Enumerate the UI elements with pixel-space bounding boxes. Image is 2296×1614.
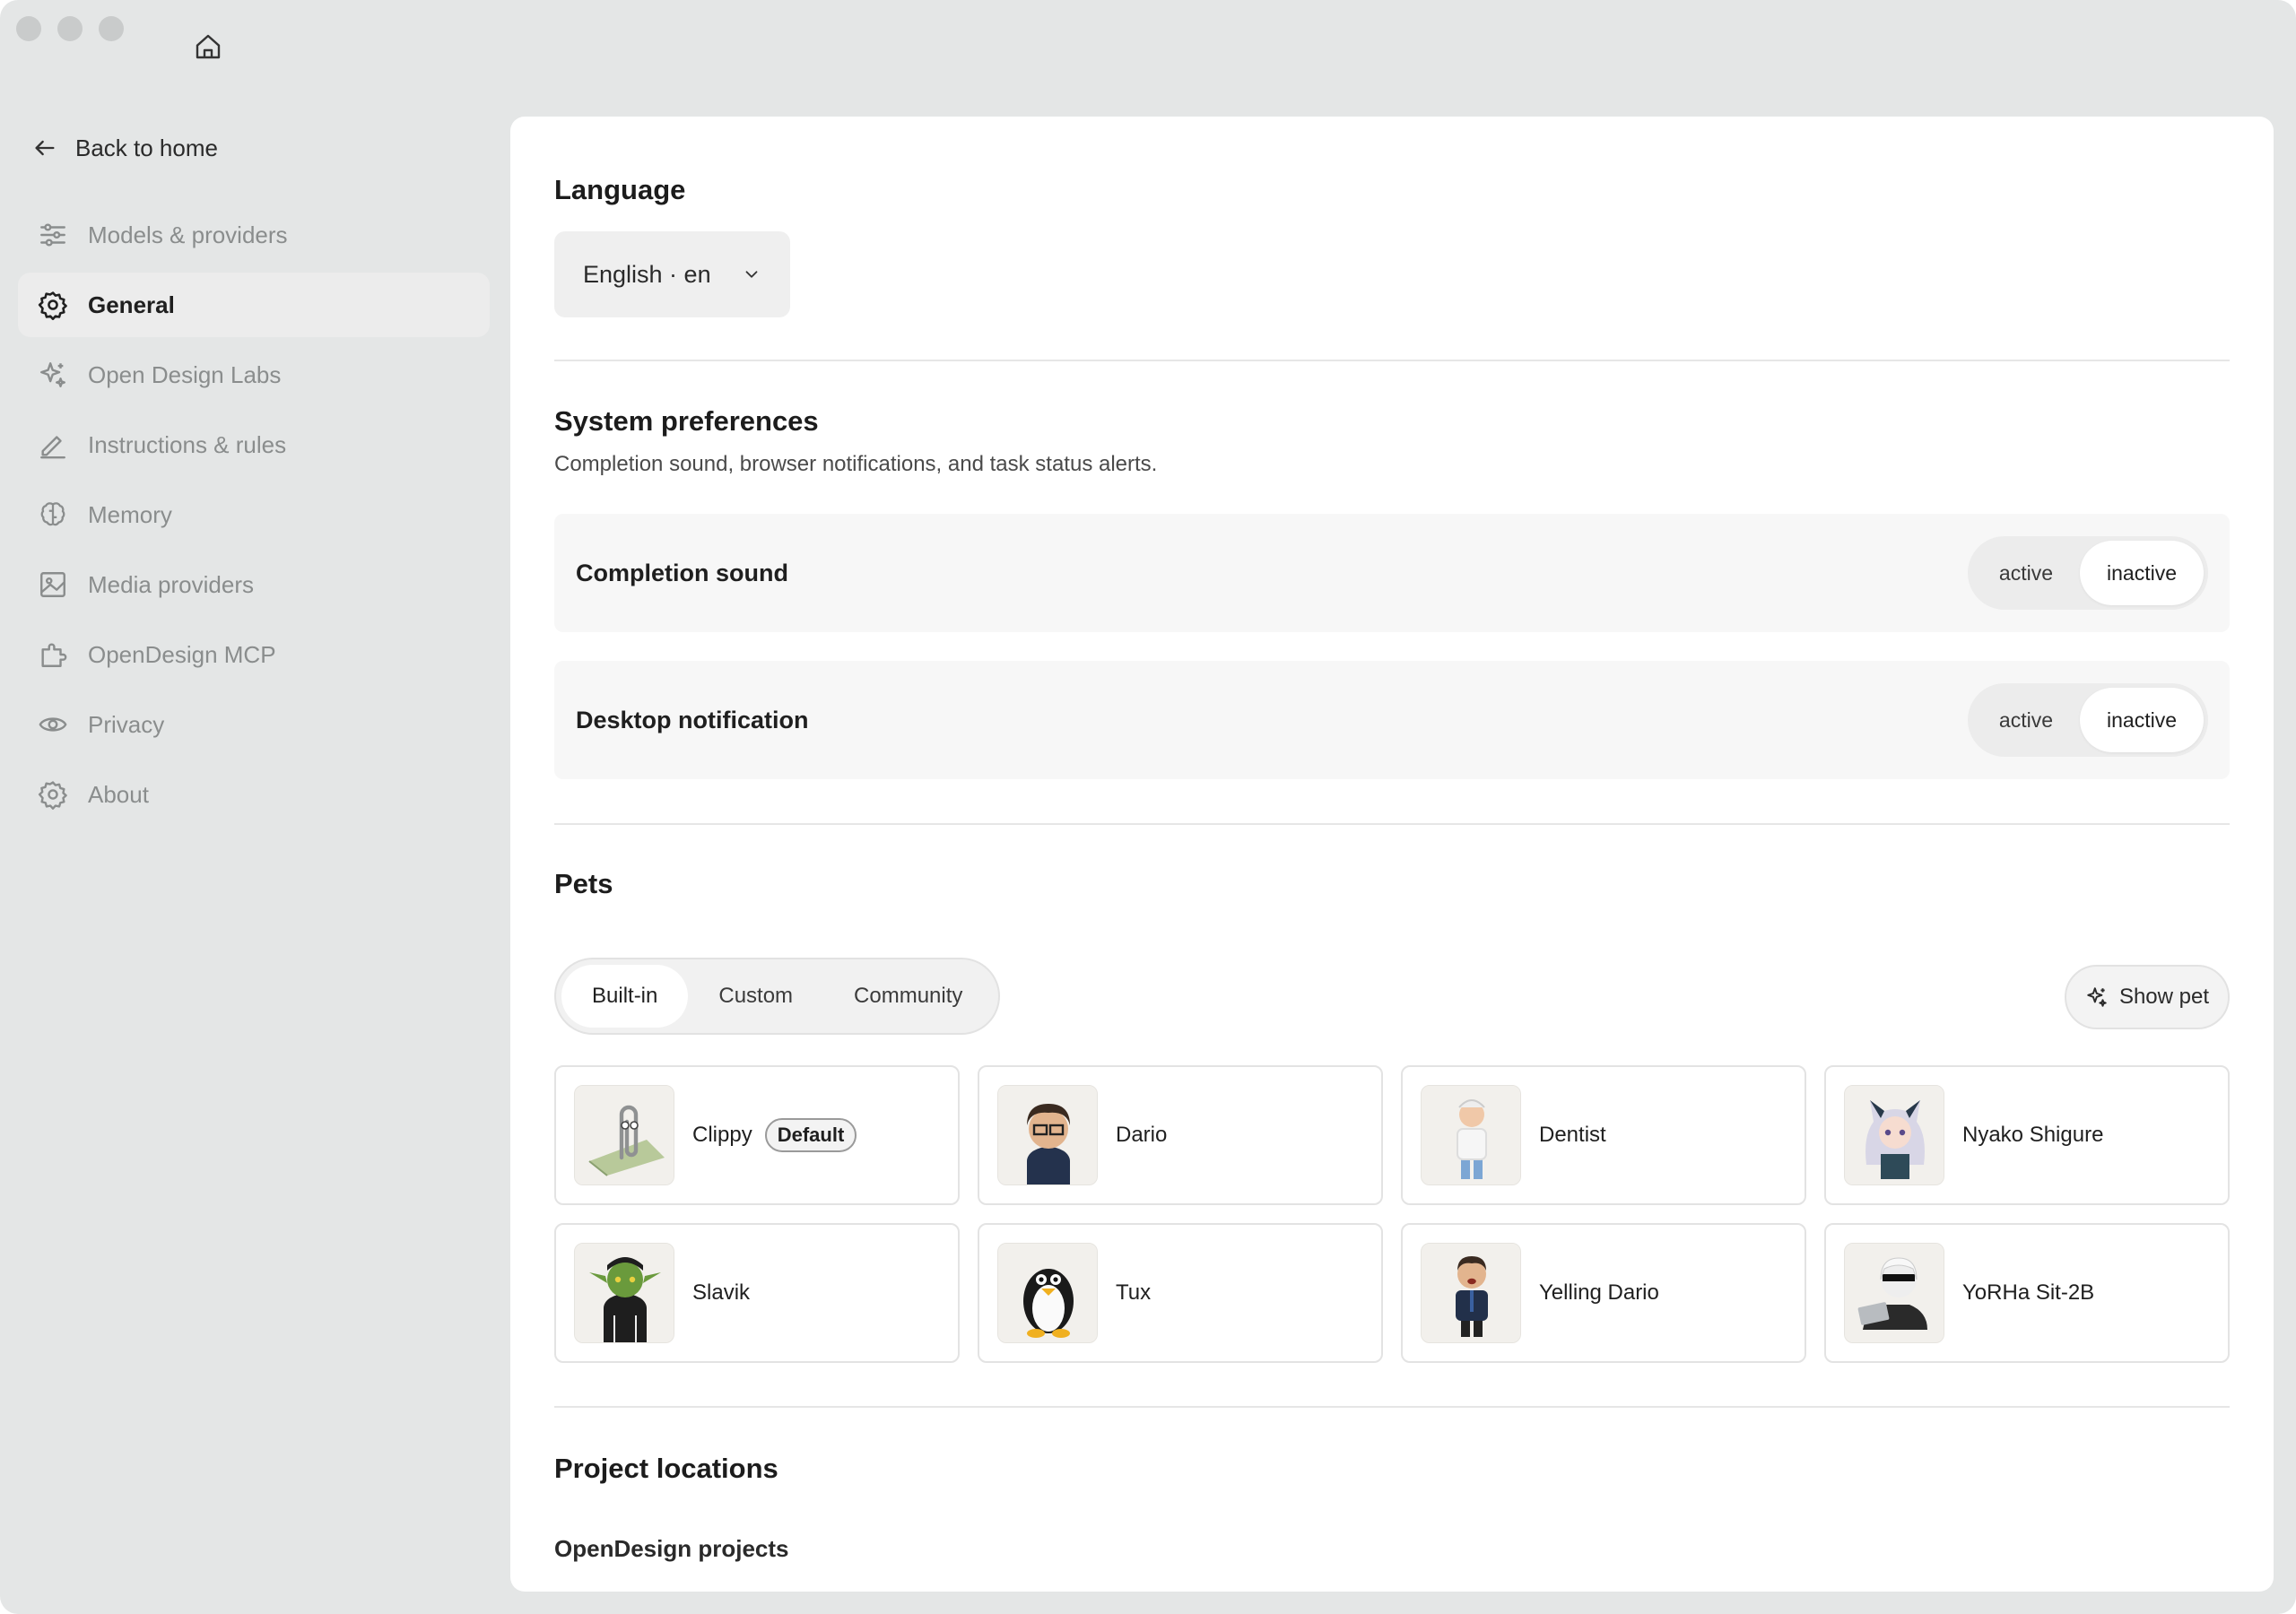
pet-name: YoRHa Sit-2B xyxy=(1962,1280,2095,1305)
sidebar-item-open-design-labs[interactable]: Open Design Labs xyxy=(18,343,490,407)
pet-name: Dentist xyxy=(1539,1123,1606,1147)
sparkles-icon xyxy=(2087,987,2107,1007)
desktop-notification-active-option[interactable]: active xyxy=(1972,688,2080,752)
default-badge: Default xyxy=(764,1118,857,1152)
clippy-avatar xyxy=(574,1085,674,1185)
pet-name: Dario xyxy=(1116,1123,1168,1147)
nyako-shigure-avatar xyxy=(1844,1085,1944,1185)
pet-card-dentist[interactable]: Dentist xyxy=(1401,1065,1806,1205)
plugin-icon xyxy=(41,643,67,667)
sidebar-item-label: Privacy xyxy=(88,710,165,738)
pet-card-yorha-sit-2b[interactable]: YoRHa Sit-2B xyxy=(1824,1223,2230,1363)
divider xyxy=(554,360,2230,361)
system-preferences-title: System preferences xyxy=(554,405,819,437)
tab-custom[interactable]: Custom xyxy=(688,965,823,1028)
settings-sidebar: Back to home Models & providers General … xyxy=(18,117,490,832)
completion-sound-active-option[interactable]: active xyxy=(1972,541,2080,605)
sidebar-item-label: Open Design Labs xyxy=(88,360,282,388)
opendesign-projects-label: OpenDesign projects xyxy=(554,1535,789,1562)
sidebar-nav: Models & providers General Open Design L… xyxy=(18,203,490,827)
show-pet-label: Show pet xyxy=(2118,985,2210,1009)
desktop-notification-toggle: active inactive xyxy=(1967,683,2208,757)
pet-card-slavik[interactable]: Slavik xyxy=(554,1223,960,1363)
chevron-down-icon xyxy=(745,271,758,278)
pet-name: Nyako Shigure xyxy=(1962,1123,2104,1147)
sidebar-item-label: Instructions & rules xyxy=(88,430,287,458)
sidebar-item-privacy[interactable]: Privacy xyxy=(18,692,490,757)
pet-card-tux[interactable]: Tux xyxy=(978,1223,1383,1363)
gear-icon xyxy=(38,291,67,320)
home-icon[interactable] xyxy=(194,32,222,61)
system-preferences-description: Completion sound, browser notifications,… xyxy=(554,452,1158,476)
desktop-notification-inactive-option[interactable]: inactive xyxy=(2080,688,2204,752)
divider xyxy=(554,1406,2230,1408)
sidebar-item-label: About xyxy=(88,780,149,808)
sidebar-item-media-providers[interactable]: Media providers xyxy=(18,552,490,617)
dario-avatar xyxy=(997,1085,1098,1185)
settings-panel: Language English · en System preferences… xyxy=(510,117,2274,1592)
pet-card-nyako-shigure[interactable]: Nyako Shigure xyxy=(1824,1065,2230,1205)
sidebar-item-memory[interactable]: Memory xyxy=(18,482,490,547)
yelling-dario-avatar xyxy=(1421,1243,1521,1343)
eye-icon xyxy=(39,717,67,732)
sidebar-item-label: Media providers xyxy=(88,570,254,598)
pets-title: Pets xyxy=(554,868,613,899)
back-to-home-label: Back to home xyxy=(75,134,218,161)
sidebar-item-label: OpenDesign MCP xyxy=(88,640,276,668)
language-select-value: English · en xyxy=(583,260,711,288)
window-controls xyxy=(16,16,124,41)
pet-tabs: Built-in Custom Community xyxy=(554,958,1001,1035)
pet-name: Yelling Dario xyxy=(1539,1280,1659,1305)
completion-sound-row: Completion sound active inactive xyxy=(554,514,2230,632)
pet-card-yelling-dario[interactable]: Yelling Dario xyxy=(1401,1223,1806,1363)
sidebar-item-opendesign-mcp[interactable]: OpenDesign MCP xyxy=(18,622,490,687)
completion-sound-toggle: active inactive xyxy=(1967,536,2208,610)
sidebar-item-about[interactable]: About xyxy=(18,762,490,827)
tab-community[interactable]: Community xyxy=(823,965,993,1028)
app-window: Back to home Models & providers General … xyxy=(0,0,2296,1614)
sidebar-item-instructions-rules[interactable]: Instructions & rules xyxy=(18,412,490,477)
pet-card-clippy[interactable]: Clippy Default xyxy=(554,1065,960,1205)
sidebar-item-label: Memory xyxy=(88,500,172,528)
back-to-home-link[interactable]: Back to home xyxy=(18,117,490,179)
image-icon xyxy=(40,572,65,597)
desktop-notification-row: Desktop notification active inactive xyxy=(554,661,2230,779)
maximize-window-button[interactable] xyxy=(99,16,124,41)
pet-name: Tux xyxy=(1116,1280,1152,1305)
sparkles-icon xyxy=(40,362,65,387)
language-select[interactable]: English · en xyxy=(554,231,790,317)
yorha-sit-2b-avatar xyxy=(1844,1243,1944,1343)
tab-built-in[interactable]: Built-in xyxy=(561,965,689,1028)
pet-card-dario[interactable]: Dario xyxy=(978,1065,1383,1205)
brain-icon xyxy=(40,502,65,526)
completion-sound-label: Completion sound xyxy=(576,559,788,586)
tux-avatar xyxy=(997,1243,1098,1343)
pet-name: Slavik xyxy=(692,1280,751,1305)
sidebar-item-label: General xyxy=(88,291,175,318)
pet-name: Clippy xyxy=(692,1123,752,1147)
show-pet-button[interactable]: Show pet xyxy=(2065,965,2230,1029)
pencil-icon xyxy=(40,436,65,459)
divider xyxy=(554,823,2230,825)
project-locations-title: Project locations xyxy=(554,1453,778,1484)
language-title: Language xyxy=(554,174,686,205)
gear-icon xyxy=(38,781,67,810)
close-window-button[interactable] xyxy=(16,16,41,41)
sidebar-item-models-providers[interactable]: Models & providers xyxy=(18,203,490,267)
completion-sound-inactive-option[interactable]: inactive xyxy=(2080,541,2204,605)
desktop-notification-label: Desktop notification xyxy=(576,706,809,733)
sidebar-item-label: Models & providers xyxy=(88,221,288,248)
slavik-avatar xyxy=(574,1243,674,1343)
sidebar-item-general[interactable]: General xyxy=(18,273,490,337)
arrow-left-icon xyxy=(35,140,55,156)
minimize-window-button[interactable] xyxy=(57,16,83,41)
dentist-avatar xyxy=(1421,1085,1521,1185)
sliders-icon xyxy=(40,223,65,247)
